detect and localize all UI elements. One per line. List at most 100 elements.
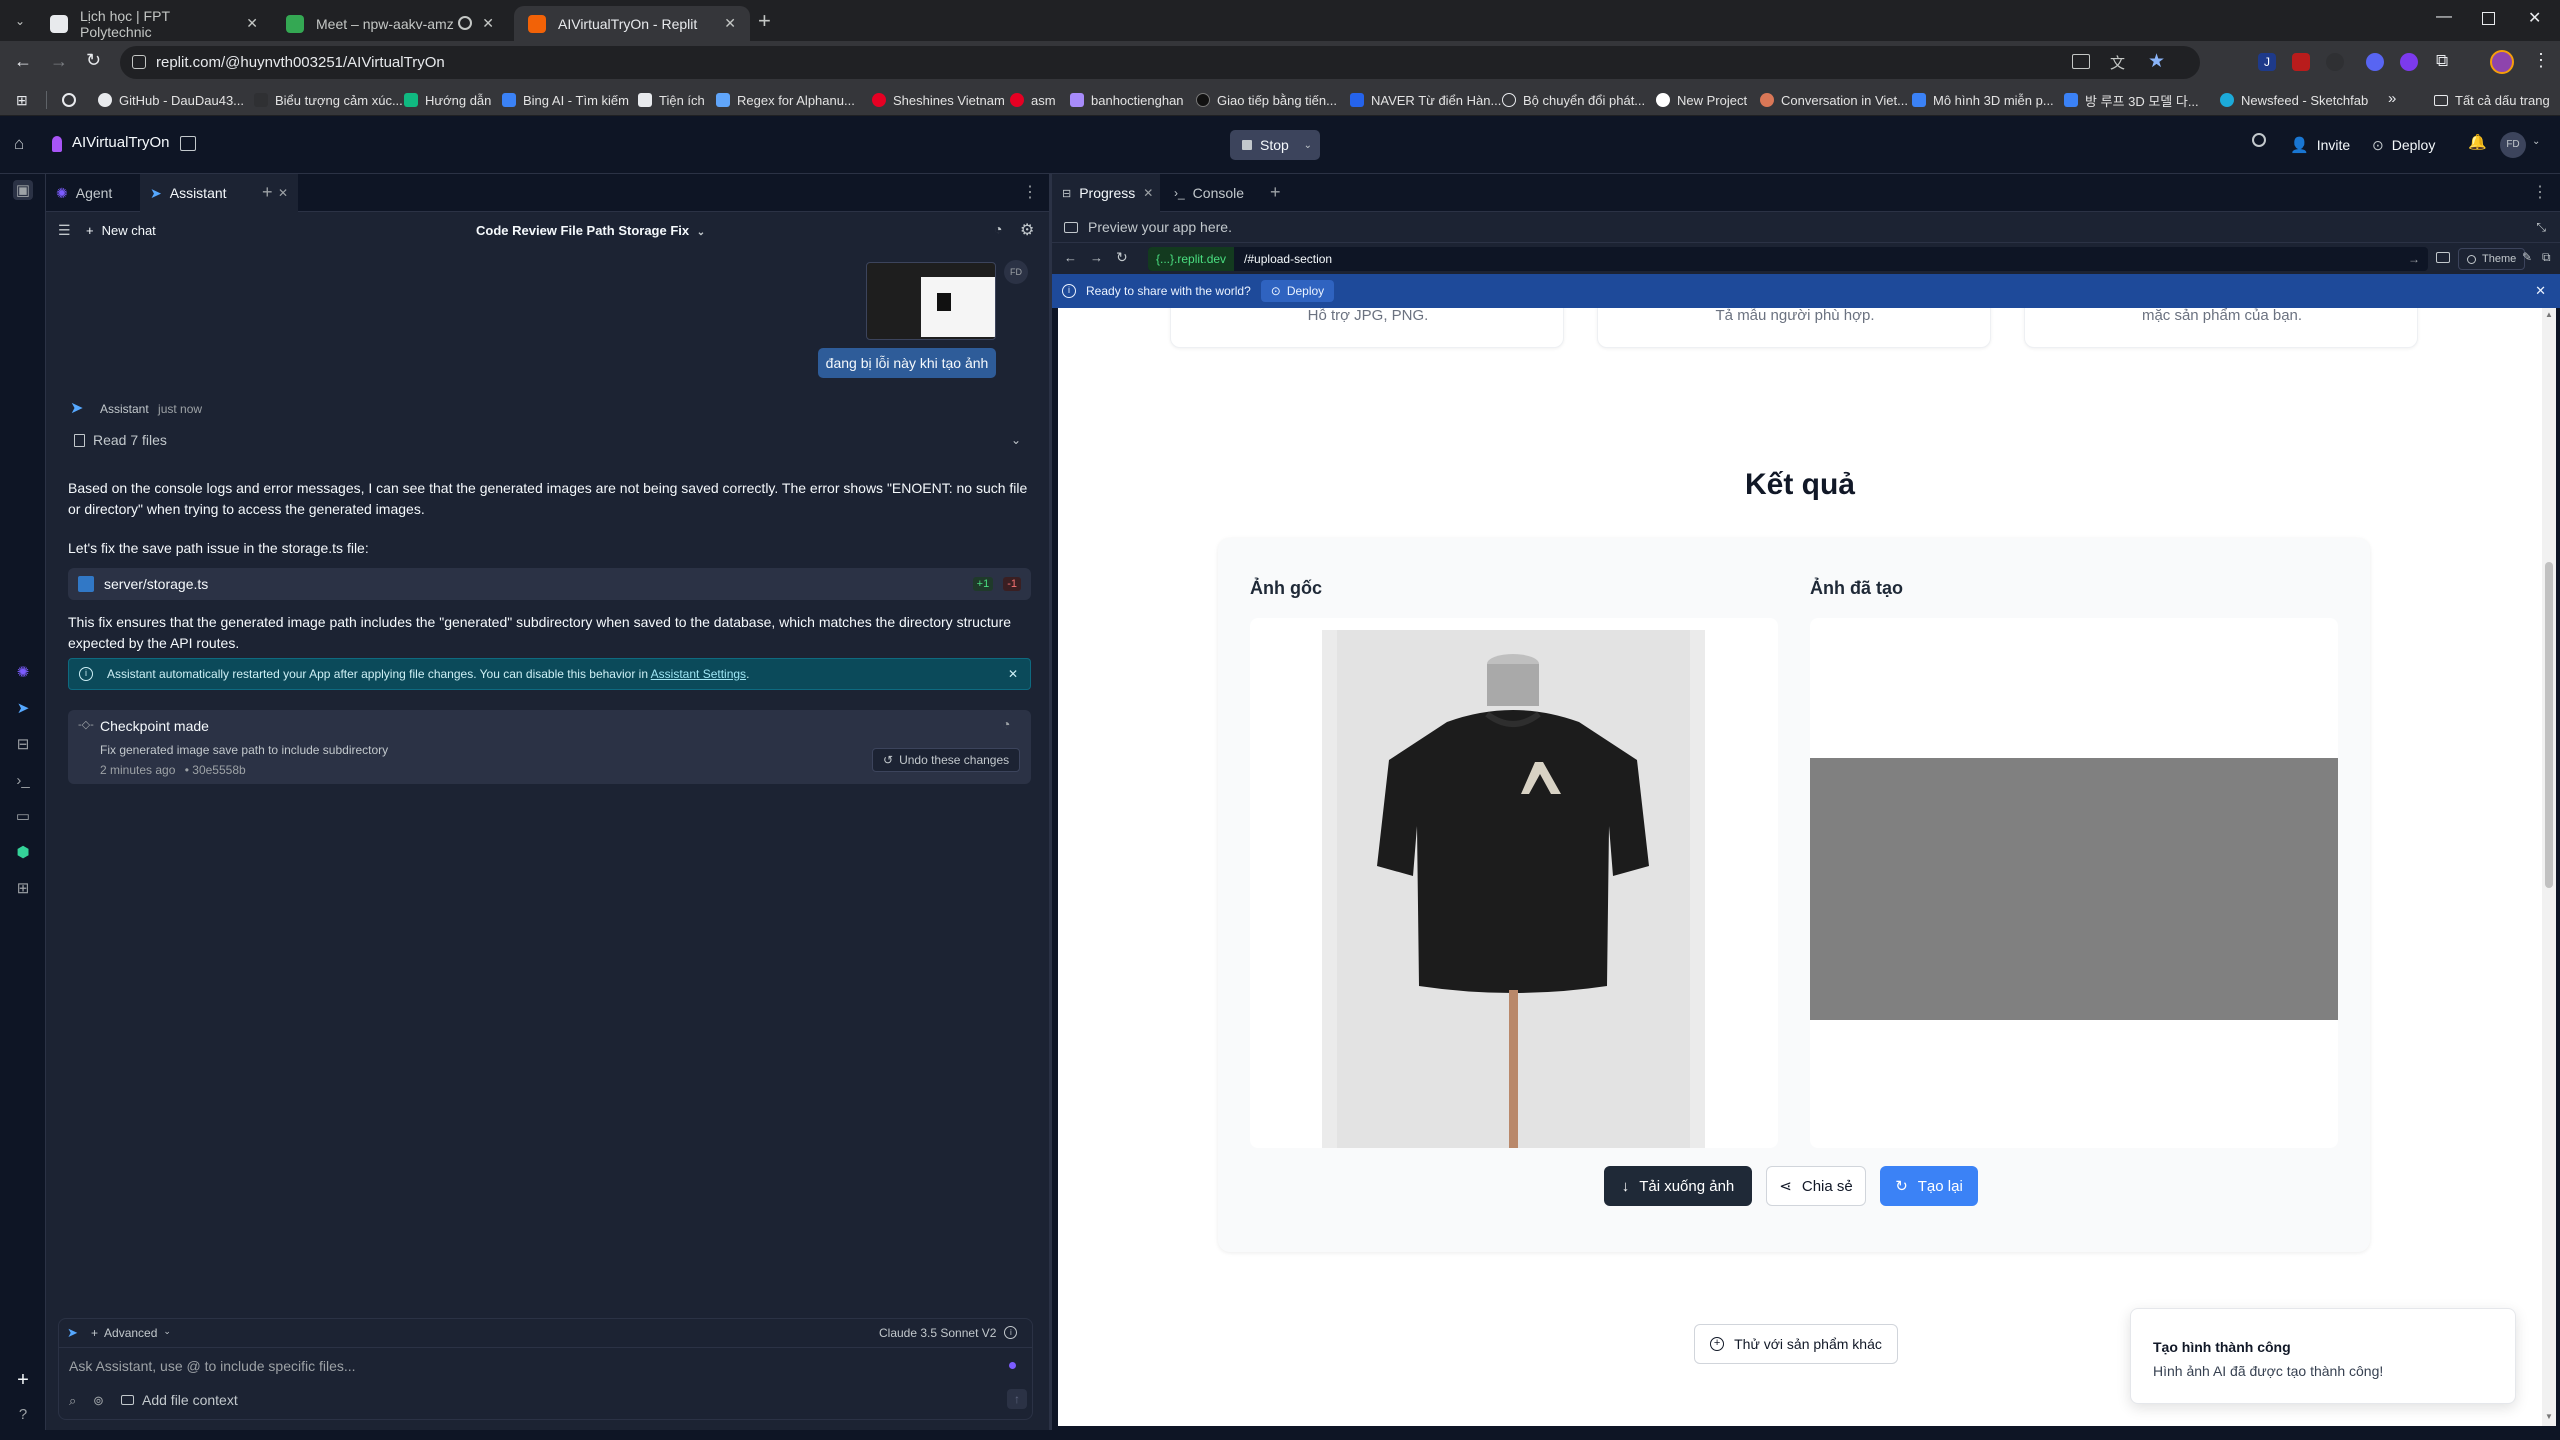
- bookmark-star-icon[interactable]: ★: [2148, 50, 2165, 73]
- bookmark-item[interactable]: GitHub - DauDau43...: [98, 90, 244, 110]
- close-icon[interactable]: ✕: [1143, 186, 1153, 200]
- shell-icon[interactable]: ›_: [13, 770, 33, 790]
- close-window-icon[interactable]: ✕: [2528, 8, 2541, 28]
- tab-search-icon[interactable]: ⌄: [10, 11, 30, 31]
- tab-assistant[interactable]: ➤ Assistant ✕: [140, 174, 298, 212]
- packages-icon[interactable]: ⬢: [13, 842, 33, 862]
- success-toast[interactable]: Tạo hình thành công Hình ảnh AI đã được …: [2130, 1308, 2516, 1404]
- extension-icon[interactable]: J: [2258, 53, 2276, 71]
- share-button[interactable]: ⋖ Chia sẻ: [1766, 1166, 1866, 1206]
- install-app-icon[interactable]: [2072, 54, 2090, 69]
- attached-screenshot[interactable]: [866, 262, 996, 340]
- extension-icon[interactable]: [2326, 53, 2344, 71]
- reload-icon[interactable]: ↻: [1116, 249, 1128, 266]
- add-tab-icon[interactable]: +: [1270, 182, 1281, 203]
- new-tab-icon[interactable]: +: [758, 8, 771, 34]
- bookmark-item[interactable]: Giao tiếp bằng tiến...: [1196, 90, 1337, 110]
- devices-icon[interactable]: [2436, 252, 2450, 263]
- chat-title[interactable]: Code Review File Path Storage Fix ⌄: [476, 223, 705, 238]
- address-bar[interactable]: replit.com/@huynvth003251/AIVirtualTryOn…: [120, 46, 2200, 79]
- webview-scrollbar[interactable]: ▲ ▼: [2542, 308, 2556, 1426]
- browser-tab-active[interactable]: AIVirtualTryOn - Replit ✕: [514, 6, 750, 41]
- bookmark-item[interactable]: Bộ chuyển đổi phát...: [1502, 90, 1645, 110]
- back-icon[interactable]: ←: [1064, 250, 1077, 265]
- more-options-icon[interactable]: ⋮: [1022, 182, 1038, 202]
- tab-console[interactable]: ›_ Console: [1164, 174, 1264, 212]
- tab-progress[interactable]: ⊟ Progress ✕: [1052, 174, 1160, 212]
- search-icon[interactable]: [2252, 133, 2266, 147]
- mention-icon[interactable]: ⊚: [93, 1393, 104, 1409]
- extension-icon[interactable]: [2400, 53, 2418, 71]
- new-chat-button[interactable]: + New chat: [86, 223, 156, 238]
- profile-avatar[interactable]: [2490, 50, 2514, 74]
- file-change-card[interactable]: server/storage.ts +1 -1: [68, 568, 1031, 600]
- all-bookmarks-folder[interactable]: Tất cả dấu trang: [2434, 90, 2550, 110]
- back-icon[interactable]: ←: [14, 51, 32, 72]
- settings-gear-icon[interactable]: ⚙: [1020, 220, 1034, 240]
- scroll-up-arrow-icon[interactable]: ▲: [2545, 310, 2553, 319]
- bookmark-item[interactable]: Conversation in Viet...: [1760, 90, 1908, 110]
- close-icon[interactable]: ✕: [278, 186, 288, 200]
- add-tab-icon[interactable]: +: [262, 182, 273, 203]
- browser-tab[interactable]: Meet – npw-aakv-amz ✕: [272, 6, 508, 41]
- download-image-button[interactable]: ↓ Tải xuống ảnh: [1604, 1166, 1752, 1206]
- go-arrow-icon[interactable]: →: [2408, 252, 2420, 266]
- browser-menu-icon[interactable]: ⋮: [2532, 50, 2550, 71]
- history-icon[interactable]: ◔: [1002, 716, 1010, 732]
- forward-icon[interactable]: →: [1090, 250, 1103, 265]
- bookmark-item[interactable]: Hướng dẫn: [404, 90, 491, 110]
- reload-icon[interactable]: ↻: [86, 50, 101, 71]
- all-tools-icon[interactable]: ⊞: [13, 878, 33, 898]
- collapse-icon[interactable]: ⤡: [2536, 220, 2546, 235]
- agent-icon[interactable]: ✺: [13, 662, 33, 682]
- bookmark-item[interactable]: Regex for Alphanu...: [716, 90, 855, 110]
- open-new-tab-icon[interactable]: ⧉: [2542, 250, 2551, 265]
- extension-icon[interactable]: [2366, 53, 2384, 71]
- close-icon[interactable]: ✕: [724, 15, 736, 32]
- bookmark-item[interactable]: [62, 90, 76, 110]
- browser-tab[interactable]: Lịch học | FPT Polytechnic ✕: [36, 6, 272, 41]
- undo-changes-button[interactable]: ↺ Undo these changes: [872, 748, 1020, 772]
- preview-icon[interactable]: ⊟: [13, 734, 33, 754]
- user-avatar[interactable]: FD: [2500, 132, 2526, 158]
- tab-agent[interactable]: ✺ Agent: [46, 174, 136, 212]
- original-image[interactable]: [1322, 630, 1705, 1148]
- forward-icon[interactable]: →: [50, 51, 68, 72]
- read-files-collapsible[interactable]: Read 7 files ⌄: [68, 428, 1033, 452]
- chevron-down-icon[interactable]: ⌄: [2532, 136, 2540, 147]
- new-tool-icon[interactable]: +: [13, 1369, 33, 1391]
- bookmark-item[interactable]: New Project: [1656, 90, 1747, 110]
- bookmark-item[interactable]: Bing AI - Tìm kiếm: [502, 90, 629, 110]
- bookmark-item[interactable]: asm: [1010, 90, 1056, 110]
- assistant-settings-link[interactable]: Assistant Settings: [651, 667, 746, 681]
- site-info-icon[interactable]: [132, 55, 146, 69]
- maximize-icon[interactable]: [2482, 12, 2495, 25]
- help-icon[interactable]: ?: [13, 1404, 33, 1424]
- console-icon[interactable]: ▭: [13, 806, 33, 826]
- bookmark-item[interactable]: Tiện ích: [638, 90, 705, 110]
- apps-grid-icon[interactable]: ⊞: [16, 92, 28, 109]
- edit-icon[interactable]: ✎: [2522, 250, 2532, 264]
- scrollbar-thumb[interactable]: [2545, 562, 2553, 888]
- notifications-bell-icon[interactable]: 🔔: [2468, 133, 2487, 151]
- minimize-icon[interactable]: —: [2436, 8, 2452, 26]
- banner-deploy-button[interactable]: ⊙ Deploy: [1260, 280, 1335, 302]
- history-icon[interactable]: ◔: [994, 221, 1002, 237]
- assistant-prompt-input[interactable]: [59, 1349, 999, 1383]
- more-bookmarks-icon[interactable]: »: [2388, 90, 2396, 107]
- stop-button[interactable]: Stop ⌄: [1230, 130, 1320, 160]
- mode-dropdown[interactable]: + Advanced ⌄: [91, 1326, 171, 1340]
- bookmark-item[interactable]: banhoctienghan: [1070, 90, 1184, 110]
- attach-icon[interactable]: ⌕: [69, 1393, 76, 1409]
- close-icon[interactable]: ✕: [482, 15, 494, 32]
- home-icon[interactable]: ⌂: [14, 134, 24, 154]
- generated-image-broken[interactable]: [1810, 758, 2338, 1020]
- add-file-context-button[interactable]: Add file context: [121, 1392, 238, 1408]
- bookmark-item[interactable]: 방 루프 3D 모델 다...: [2064, 90, 2199, 110]
- bookmark-item[interactable]: Sheshines Vietnam: [872, 90, 1005, 110]
- bookmark-item[interactable]: Newsfeed - Sketchfab: [2220, 90, 2368, 110]
- deploy-button[interactable]: ⊙ Deploy: [2372, 130, 2435, 160]
- try-another-product-button[interactable]: + Thử với sản phẩm khác: [1694, 1324, 1898, 1364]
- project-name[interactable]: AIVirtualTryOn: [72, 134, 170, 151]
- theme-label-button[interactable]: Theme: [2458, 248, 2526, 270]
